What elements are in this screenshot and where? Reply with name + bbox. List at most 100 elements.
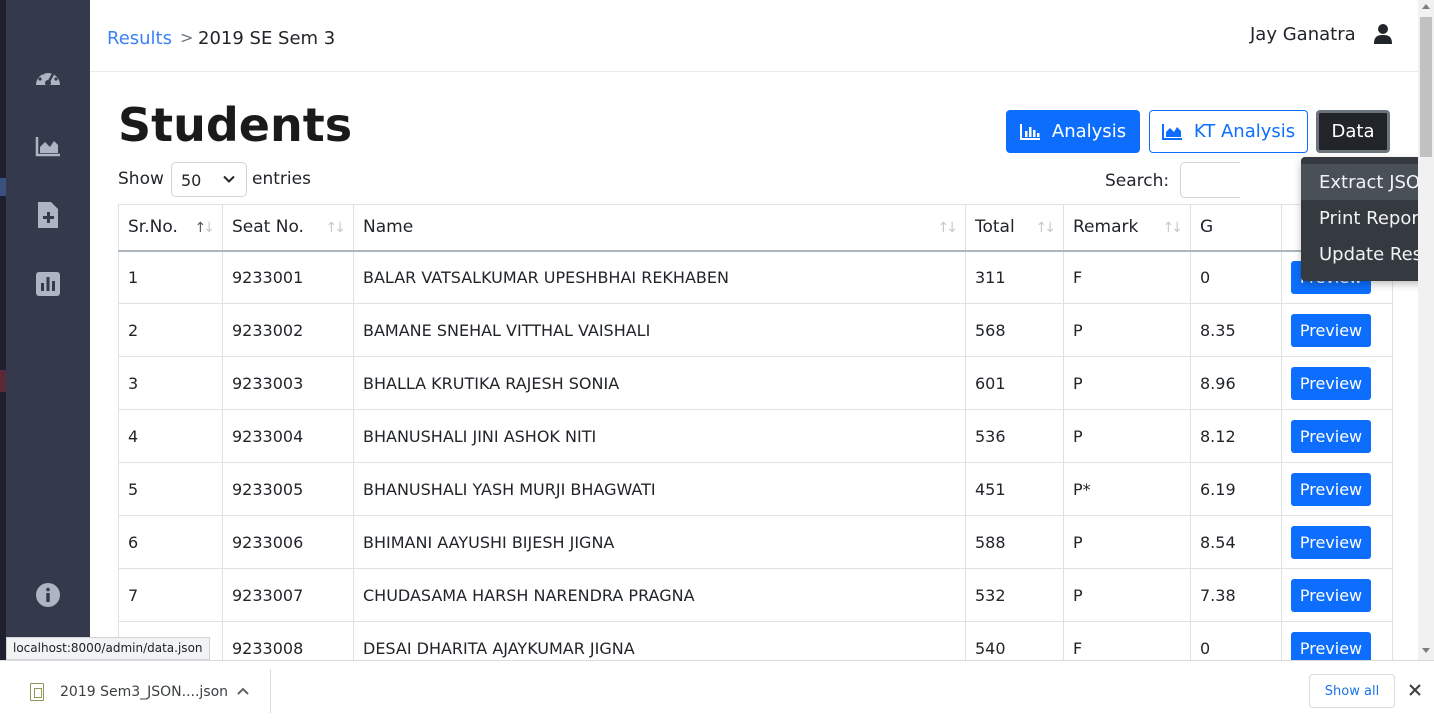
cell-name: BHIMANI AAYUSHI BIJESH JIGNA — [353, 515, 966, 569]
cell-remark: P — [1063, 409, 1191, 463]
bar-chart-icon[interactable] — [33, 269, 63, 299]
cell-seat-no: 9233005 — [222, 462, 354, 516]
preview-button[interactable]: Preview — [1291, 472, 1371, 506]
cell-name: BHANUSHALI YASH MURJI BHAGWATI — [353, 462, 966, 516]
breadcrumb-separator: > — [180, 28, 194, 47]
cell-action: Preview — [1281, 409, 1393, 463]
table-row: 3 9233003 BHALLA KRUTIKA RAJESH SONIA 601 P 8… — [118, 356, 1393, 410]
cell-sr-no: 5 — [118, 462, 223, 516]
column-header-label: G — [1200, 217, 1214, 238]
column-header-sr-no[interactable]: Sr.No. ↑↓ — [118, 204, 223, 252]
column-header-label: Name — [363, 217, 414, 238]
cell-seat-no: 9233001 — [222, 250, 354, 304]
scrollbar-thumb[interactable] — [1420, 17, 1432, 157]
cell-total: 601 — [965, 356, 1064, 410]
preview-button[interactable]: Preview — [1291, 578, 1371, 612]
cell-total: 568 — [965, 303, 1064, 357]
menu-item-extract-json[interactable]: Extract JSON — [1301, 164, 1434, 200]
json-file-icon — [30, 683, 44, 701]
close-icon[interactable] — [1408, 683, 1422, 697]
status-bar-url: localhost:8000/admin/data.json — [6, 637, 210, 660]
cell-seat-no: 9233004 — [222, 409, 354, 463]
scroll-up-arrow-icon[interactable] — [1422, 4, 1430, 9]
user-icon[interactable] — [1374, 24, 1394, 46]
cell-action: Preview — [1281, 515, 1393, 569]
cell-sr-no: 3 — [118, 356, 223, 410]
show-label: Show — [118, 169, 164, 189]
preview-button[interactable]: Preview — [1291, 525, 1371, 559]
cell-total: 536 — [965, 409, 1064, 463]
show-all-button[interactable]: Show all — [1309, 674, 1395, 708]
cell-remark: F — [1063, 250, 1191, 304]
cell-action: Preview — [1281, 356, 1393, 410]
table-row: 5 9233005 BHANUSHALI YASH MURJI BHAGWATI 45… — [118, 462, 1393, 516]
column-header-label: Seat No. — [232, 217, 304, 238]
page-title: Students — [118, 98, 353, 152]
area-chart-icon[interactable] — [33, 131, 63, 161]
table-row: 7 9233007 CHUDASAMA HARSH NARENDRA PRAGNA 5… — [118, 568, 1393, 622]
cell-total: 451 — [965, 462, 1064, 516]
column-header-label: Remark — [1073, 217, 1139, 238]
table-row: 4 9233004 BHANUSHALI JINI ASHOK NITI 536 P 8.… — [118, 409, 1393, 463]
preview-button[interactable]: Preview — [1291, 419, 1371, 453]
students-table: Sr.No. ↑↓ Seat No. ↑↓ Name ↑↓ Total ↑↓ Remar… — [118, 204, 1393, 675]
menu-item-print-reports[interactable]: Print Reports — [1301, 200, 1434, 236]
sort-icon: ↑↓ — [325, 220, 347, 236]
column-header-seat-no[interactable]: Seat No. ↑↓ — [222, 204, 354, 252]
search-input[interactable] — [1180, 162, 1240, 198]
cell-remark: P — [1063, 515, 1191, 569]
cell-name: BALAR VATSALKUMAR UPESHBHAI REKHABEN — [353, 250, 966, 304]
info-icon[interactable] — [33, 580, 63, 610]
column-header-name[interactable]: Name ↑↓ — [353, 204, 966, 252]
cell-name: BAMANE SNEHAL VITTHAL VAISHALI — [353, 303, 966, 357]
user-name[interactable]: Jay Ganatra — [1250, 24, 1356, 45]
cell-seat-no: 9233006 — [222, 515, 354, 569]
cell-gpa: 6.19 — [1190, 462, 1282, 516]
top-bar: Results > 2019 SE Sem 3 Jay Ganatra — [90, 0, 1418, 72]
preview-button[interactable]: Preview — [1291, 313, 1371, 347]
cell-sr-no: 6 — [118, 515, 223, 569]
cell-seat-no: 9233003 — [222, 356, 354, 410]
column-header-remark[interactable]: Remark ↑↓ — [1063, 204, 1191, 252]
download-file-name[interactable]: 2019 Sem3_JSON....json — [60, 684, 228, 700]
menu-item-update-result[interactable]: Update Result — [1301, 236, 1434, 272]
divider — [270, 669, 271, 713]
data-dropdown-button[interactable]: Data — [1316, 110, 1390, 153]
breadcrumb-results-link[interactable]: Results — [107, 28, 172, 49]
table-row: 1 9233001 BALAR VATSALKUMAR UPESHBHAI REKH… — [118, 250, 1393, 304]
column-header-gpa[interactable]: G — [1190, 204, 1282, 252]
column-header-label: Total — [975, 217, 1015, 238]
cell-action: Preview — [1281, 462, 1393, 516]
cell-seat-no: 9233007 — [222, 568, 354, 622]
entries-label: entries — [252, 169, 311, 189]
cell-remark: P — [1063, 303, 1191, 357]
file-add-icon[interactable] — [33, 200, 63, 230]
cell-sr-no: 1 — [118, 250, 223, 304]
cell-remark: P — [1063, 356, 1191, 410]
cell-total: 532 — [965, 568, 1064, 622]
data-button-label: Data — [1331, 121, 1375, 142]
entries-select[interactable]: 50 — [171, 162, 247, 197]
cell-gpa: 8.96 — [1190, 356, 1282, 410]
column-header-label: Sr.No. — [128, 217, 178, 238]
scroll-down-arrow-icon[interactable] — [1422, 648, 1430, 653]
cell-name: BHALLA KRUTIKA RAJESH SONIA — [353, 356, 966, 410]
table-header-row: Sr.No. ↑↓ Seat No. ↑↓ Name ↑↓ Total ↑↓ Remar… — [118, 204, 1393, 252]
chevron-up-icon[interactable] — [236, 685, 250, 697]
area-chart-icon — [1161, 123, 1182, 140]
entries-select-value: 50 — [181, 171, 202, 190]
data-dropdown-menu: Extract JSON Print Reports Update Result — [1301, 157, 1434, 281]
page-scrollbar[interactable] — [1418, 0, 1434, 660]
preview-button[interactable]: Preview — [1291, 366, 1371, 400]
dashboard-icon[interactable] — [33, 62, 63, 92]
table-body: 1 9233001 BALAR VATSALKUMAR UPESHBHAI REKH… — [118, 250, 1393, 675]
breadcrumb-current: 2019 SE Sem 3 — [198, 28, 336, 49]
cell-gpa: 7.38 — [1190, 568, 1282, 622]
sidebar — [6, 0, 90, 720]
chevron-down-icon — [223, 175, 235, 183]
kt-analysis-button[interactable]: KT Analysis — [1149, 110, 1308, 153]
cell-gpa: 8.12 — [1190, 409, 1282, 463]
analysis-button[interactable]: Analysis — [1006, 110, 1140, 153]
column-header-total[interactable]: Total ↑↓ — [965, 204, 1064, 252]
table-row: 2 9233002 BAMANE SNEHAL VITTHAL VAISHALI 56… — [118, 303, 1393, 357]
